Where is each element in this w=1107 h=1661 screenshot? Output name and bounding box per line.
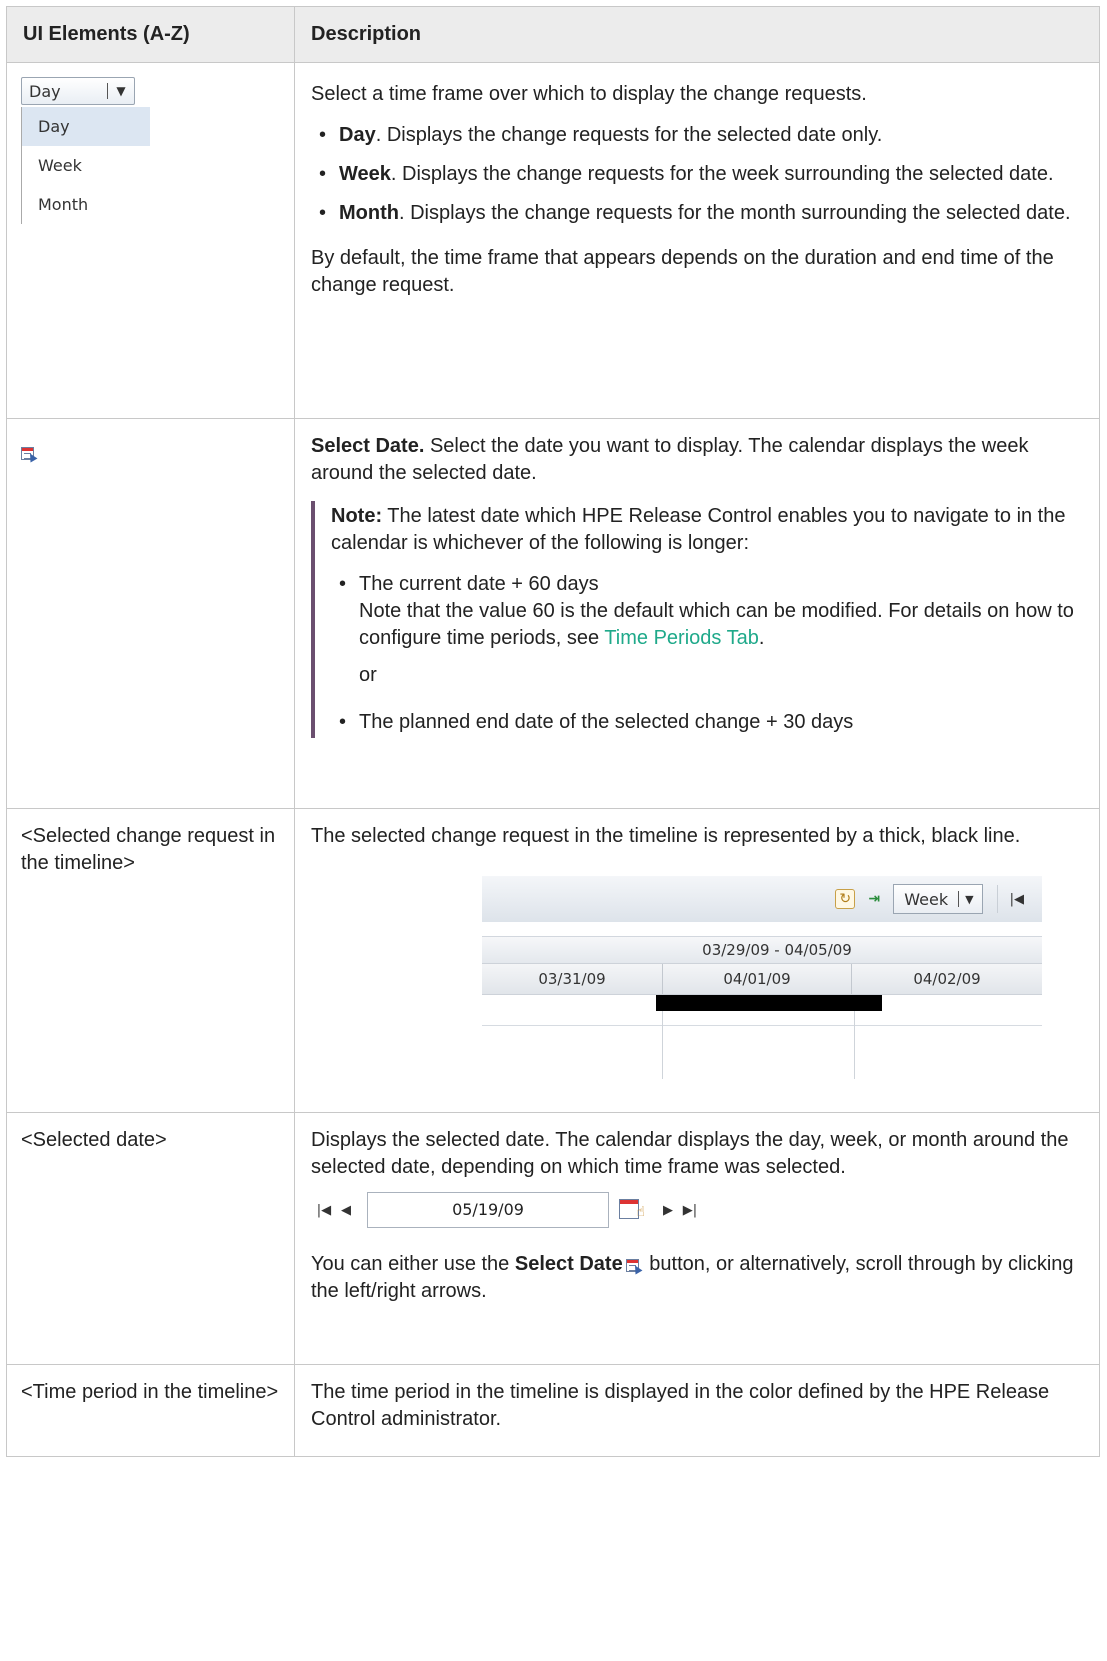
note-block: Note: The latest date which HPE Release … bbox=[311, 501, 1083, 738]
term-month-text: . Displays the change requests for the m… bbox=[398, 202, 1071, 224]
dropdown-options: Day Week Month bbox=[21, 107, 150, 224]
header-description: Description bbox=[294, 6, 1100, 63]
selected-change-text: The selected change request in the timel… bbox=[311, 825, 1021, 847]
period-select[interactable]: Week ▼ bbox=[893, 884, 983, 914]
note-bullet-1-end: . bbox=[758, 627, 765, 649]
timeframe-intro: Select a time frame over which to displa… bbox=[311, 83, 867, 105]
element-cell: <Selected date> bbox=[6, 1112, 295, 1365]
table-row: Day ▼ Day Week Month Select a time frame… bbox=[6, 62, 1100, 419]
refresh-icon[interactable]: ↻ bbox=[835, 889, 856, 909]
toolbar-separator bbox=[996, 885, 998, 913]
description-cell: The selected change request in the timel… bbox=[294, 808, 1100, 1113]
description-cell: Select Date. Select the date you want to… bbox=[294, 418, 1100, 809]
selected-date-text: Displays the selected date. The calendar… bbox=[311, 1129, 1069, 1178]
selected-date-text-2a: You can either use the bbox=[311, 1253, 515, 1275]
element-cell: <Selected change request in the timeline… bbox=[6, 808, 295, 1113]
header-ui-elements: UI Elements (A-Z) bbox=[6, 6, 295, 63]
select-date-bold: Select Date bbox=[514, 1253, 623, 1275]
dropdown-option-week[interactable]: Week bbox=[22, 146, 150, 185]
list-item: The planned end date of the selected cha… bbox=[339, 709, 1083, 736]
note-bullet-1-line-1: The current date + 60 days bbox=[359, 573, 599, 595]
term-day: Day bbox=[339, 124, 376, 146]
chevron-down-icon: ▼ bbox=[965, 892, 974, 906]
note-label: Note: bbox=[331, 505, 383, 527]
timeline-day-headers: 03/31/09 04/01/09 04/02/09 bbox=[482, 963, 1042, 995]
description-cell: The time period in the timeline is displ… bbox=[294, 1364, 1100, 1457]
table-row: <Selected change request in the timeline… bbox=[6, 808, 1100, 1113]
first-page-icon[interactable]: |◀ bbox=[1010, 886, 1024, 913]
day-header: 03/31/09 bbox=[482, 964, 663, 994]
table-row: <Time period in the timeline> The time p… bbox=[6, 1364, 1100, 1457]
element-cell bbox=[6, 418, 295, 809]
previous-icon[interactable]: ◀ bbox=[335, 1197, 357, 1224]
element-cell: <Time period in the timeline> bbox=[6, 1364, 295, 1457]
table-row: <Selected date> Displays the selected da… bbox=[6, 1112, 1100, 1365]
selected-date-field[interactable]: 05/19/09 bbox=[367, 1192, 609, 1228]
selected-change-bar[interactable] bbox=[656, 995, 882, 1011]
day-header: 04/01/09 bbox=[663, 964, 852, 994]
term-month: Month bbox=[339, 202, 399, 224]
dropdown-selected-value: Day bbox=[29, 81, 61, 101]
list-item: Day. Displays the change requests for th… bbox=[319, 122, 1083, 149]
note-list-2: The planned end date of the selected cha… bbox=[331, 709, 1083, 736]
date-navigator: |◀ ◀ 05/19/09 ☝ ▶ ▶| bbox=[313, 1191, 1083, 1229]
next-icon[interactable]: ▶ bbox=[657, 1197, 679, 1224]
list-item: The current date + 60 days Note that the… bbox=[339, 571, 1083, 652]
list-item: Week. Displays the change requests for t… bbox=[319, 161, 1083, 188]
time-periods-tab-link[interactable]: Time Periods Tab bbox=[604, 627, 759, 649]
ui-elements-table: UI Elements (A-Z) Description Day ▼ Day … bbox=[6, 6, 1100, 1457]
note-or: or bbox=[359, 664, 377, 686]
list-item: Month. Displays the change requests for … bbox=[319, 200, 1083, 227]
period-select-value: Week bbox=[904, 889, 949, 909]
term-week-text: . Displays the change requests for the w… bbox=[390, 163, 1054, 185]
day-header: 04/02/09 bbox=[913, 970, 981, 988]
selected-date-text-2: You can either use the Select Date butto… bbox=[311, 1251, 1083, 1305]
note-list: The current date + 60 days Note that the… bbox=[331, 571, 1083, 652]
timeline-toolbar: ↻ ⇥ Week ▼ |◀ bbox=[482, 876, 1042, 922]
timeframe-select[interactable]: Day ▼ bbox=[21, 77, 135, 105]
description-cell: Select a time frame over which to displa… bbox=[294, 62, 1100, 419]
dropdown-option-month[interactable]: Month bbox=[22, 185, 150, 224]
element-cell: Day ▼ Day Week Month bbox=[6, 62, 295, 419]
table-header-row: UI Elements (A-Z) Description bbox=[6, 6, 1100, 63]
timeframe-outro: By default, the time frame that appears … bbox=[311, 247, 1054, 296]
table-row: Select Date. Select the date you want to… bbox=[6, 418, 1100, 809]
calendar-select-icon[interactable] bbox=[21, 446, 38, 463]
first-icon[interactable]: |◀ bbox=[313, 1197, 335, 1224]
note-text: Note: The latest date which HPE Release … bbox=[331, 503, 1083, 557]
grid-line bbox=[482, 1025, 1042, 1026]
calendar-button-icon[interactable]: ☝ bbox=[617, 1196, 645, 1224]
calendar-select-icon bbox=[625, 1258, 643, 1275]
note-body: The latest date which HPE Release Contro… bbox=[331, 505, 1066, 554]
last-icon[interactable]: ▶| bbox=[679, 1197, 701, 1224]
timeline-screenshot: ↻ ⇥ Week ▼ |◀ 03/29/09 - 04/05/09 03/31/0… bbox=[482, 876, 1042, 1079]
dropdown-option-day[interactable]: Day bbox=[22, 107, 150, 146]
timeframe-options-list: Day. Displays the change requests for th… bbox=[311, 122, 1083, 227]
timeline-range-header: 03/29/09 - 04/05/09 bbox=[482, 936, 1042, 963]
go-to-date-icon[interactable]: ⇥ bbox=[865, 890, 883, 908]
select-date-text: Select Date. Select the date you want to… bbox=[311, 433, 1083, 487]
chevron-down-icon: ▼ bbox=[116, 83, 126, 98]
select-date-title: Select Date. bbox=[311, 435, 425, 457]
timeframe-dropdown[interactable]: Day ▼ Day Week Month bbox=[21, 77, 151, 224]
term-day-text: . Displays the change requests for the s… bbox=[375, 124, 883, 146]
timeline-body bbox=[482, 995, 1042, 1079]
description-cell: Displays the selected date. The calendar… bbox=[294, 1112, 1100, 1365]
note-bullet-2: The planned end date of the selected cha… bbox=[359, 711, 854, 733]
term-week: Week bbox=[339, 163, 391, 185]
